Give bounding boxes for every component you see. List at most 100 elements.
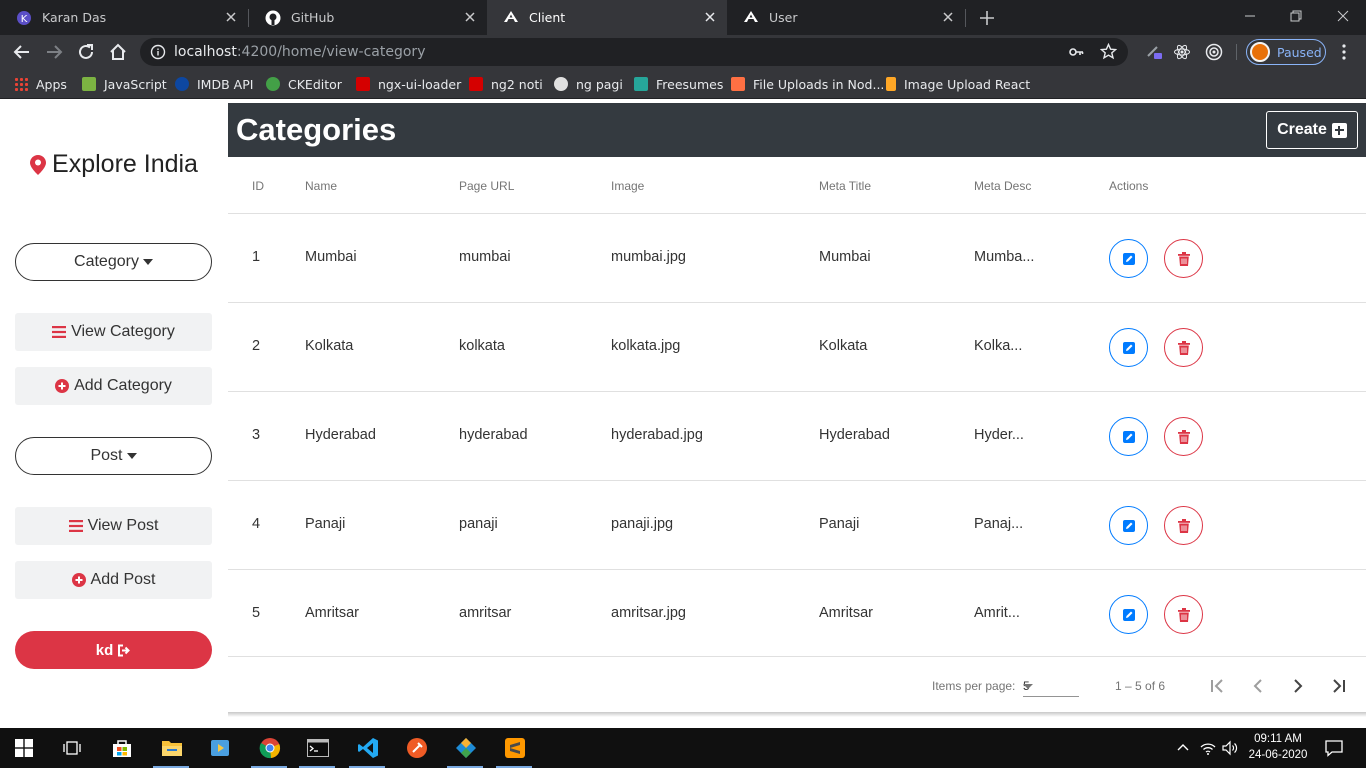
postman-icon[interactable] [405,736,429,760]
bookmark-apps[interactable]: Apps [14,76,67,92]
view-post-button[interactable]: View Post [15,507,212,545]
table-row: 4 Panaji panaji panaji.jpg Panaji Panaj.… [228,481,1366,570]
cell-meta-desc: Kolka... [974,338,1023,354]
add-category-button[interactable]: Add Category [15,367,212,405]
vscode-icon[interactable] [356,736,380,760]
bookmark-label: ng pagi [576,76,623,92]
store-icon[interactable] [110,736,134,760]
view-category-button[interactable]: View Category [15,313,212,351]
post-dropdown-toggle[interactable]: Post [15,437,212,475]
add-category-label: Add Category [74,377,172,394]
file-explorer-icon[interactable] [160,736,184,760]
paginator: Items per page: 5 1 – 5 of 6 [228,658,1366,714]
user-initials: kd [95,641,114,659]
new-tab-plus-icon[interactable] [977,8,997,28]
tab-title: User [769,10,798,25]
volume-icon[interactable] [1221,739,1239,757]
bookmark-ng-pagi[interactable]: ng pagi [554,76,623,92]
edit-button[interactable] [1109,417,1148,456]
file-uploads-bookmark-icon [731,77,745,91]
tab-karan-das[interactable]: K Karan Das [0,0,248,35]
forward-arrow-icon[interactable] [44,42,64,62]
profile-paused-button[interactable]: Paused [1246,39,1326,65]
apps-grid-icon [14,77,28,91]
plus-circle-icon [71,573,86,587]
bookmark-freesumes[interactable]: Freesumes [634,76,723,92]
bookmark-image-upload-react[interactable]: Image Upload React [886,76,1030,92]
home-icon[interactable] [108,42,128,62]
add-post-button[interactable]: Add Post [15,561,212,599]
windows-start-icon[interactable] [12,736,36,760]
address-bar[interactable]: localhost:4200/home/view-category [140,38,1128,66]
restore-window-icon[interactable] [1286,6,1306,26]
edit-button[interactable] [1109,239,1148,278]
items-per-page-select[interactable]: 5 [1023,675,1079,697]
logout-button[interactable]: kd [15,631,212,669]
close-tab-icon[interactable] [224,10,238,24]
chevron-up-icon[interactable] [1174,739,1192,757]
close-tab-icon[interactable] [463,10,477,24]
npm-bookmark-icon [356,77,370,91]
tab-client[interactable]: Client [487,0,727,35]
clock-date: 24-06-2020 [1248,749,1308,761]
bookmark-label: CKEditor [288,76,342,92]
edit-button[interactable] [1109,595,1148,634]
bookmark-ngx-ui-loader[interactable]: ngx-ui-loader [356,76,461,92]
tab-title: GitHub [291,10,335,25]
category-dropdown-toggle[interactable]: Category [15,243,212,281]
angular-favicon-icon [503,10,519,26]
bookmark-ng2-noti[interactable]: ng2 noti [469,76,543,92]
sublime-text-icon[interactable] [503,736,527,760]
key-icon[interactable] [1068,44,1084,60]
create-button[interactable]: Create [1266,111,1358,149]
edit-button[interactable] [1109,506,1148,545]
close-tab-icon[interactable] [703,10,717,24]
back-arrow-icon[interactable] [12,42,32,62]
close-window-icon[interactable] [1333,6,1353,26]
tab-title: Karan Das [42,10,107,25]
system-clock[interactable]: 09:11 AM 24-06-2020 [1240,731,1316,763]
bookmark-label: File Uploads in Nod... [753,76,885,92]
bookmark-star-icon[interactable] [1100,43,1117,60]
previous-page-button[interactable] [1246,674,1270,698]
browser-menu-kebab-icon[interactable] [1334,42,1354,62]
bookmark-ckeditor[interactable]: CKEditor [266,76,342,92]
extension-react-icon[interactable] [1172,42,1192,62]
media-player-icon[interactable] [208,736,232,760]
tab-github[interactable]: GitHub [249,0,487,35]
tab-user[interactable]: User [727,0,965,35]
bookmark-file-uploads[interactable]: File Uploads in Nod... [731,76,884,92]
plus-square-icon [1331,122,1347,138]
first-page-button[interactable] [1206,674,1230,698]
delete-button[interactable] [1164,239,1203,278]
card-shadow [228,712,1366,717]
url-path: :4200/home/view-category [236,44,426,60]
gitkraken-icon[interactable] [454,736,478,760]
chevron-right-icon [1294,679,1303,693]
delete-button[interactable] [1164,595,1203,634]
last-page-button[interactable] [1326,674,1350,698]
delete-button[interactable] [1164,417,1203,456]
extension-target-icon[interactable] [1204,42,1224,62]
cell-page-url: hyderabad [459,427,528,443]
delete-button[interactable] [1164,328,1203,367]
close-tab-icon[interactable] [941,10,955,24]
bookmark-javascript[interactable]: JavaScript [82,76,167,92]
page-range-label: 1 – 5 of 6 [1115,679,1166,693]
cell-meta-desc: Amrit... [974,605,1020,621]
delete-button[interactable] [1164,506,1203,545]
terminal-icon[interactable] [306,736,330,760]
task-view-icon[interactable] [60,736,84,760]
chrome-icon[interactable] [258,736,282,760]
minimize-window-icon[interactable] [1240,6,1260,26]
site-info-icon[interactable] [150,44,166,60]
wifi-icon[interactable] [1199,739,1217,757]
next-page-button[interactable] [1286,674,1310,698]
imdb-api-bookmark-icon [175,77,189,91]
bookmark-imdb-api[interactable]: IMDB API [175,76,253,92]
extension-pen-icon[interactable] [1144,42,1164,62]
reload-icon[interactable] [76,42,96,62]
notifications-icon[interactable] [1324,738,1344,758]
items-per-page-label: Items per page: [932,679,1016,693]
edit-button[interactable] [1109,328,1148,367]
